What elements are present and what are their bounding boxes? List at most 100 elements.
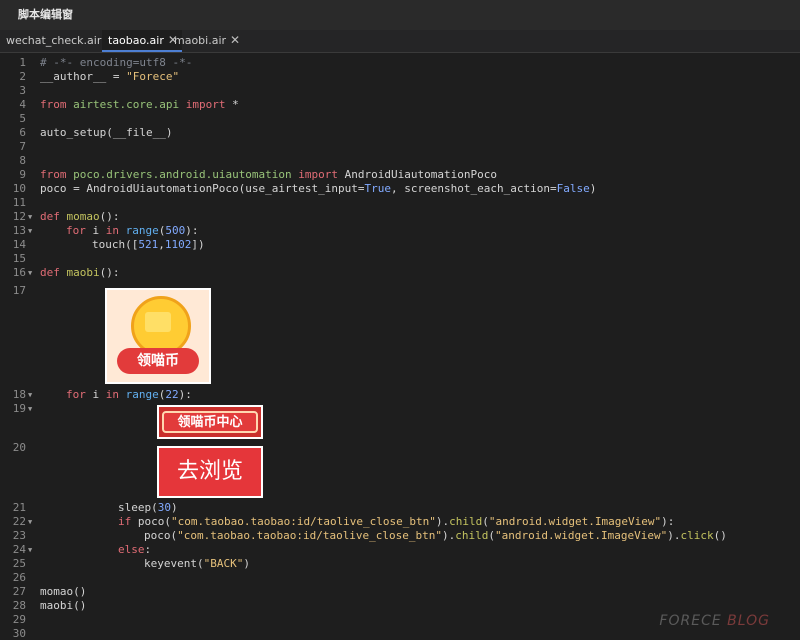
fold-arrow-icon[interactable]: ▼ <box>28 405 32 413</box>
line-number: 25 <box>12 557 26 570</box>
line-number: 21 <box>12 501 26 514</box>
keyword: import <box>298 168 339 181</box>
code-line[interactable]: momao() <box>40 585 86 598</box>
code-line[interactable]: for i in range(500): <box>66 224 199 237</box>
boolean-literal: False <box>556 182 590 195</box>
string-literal: "BACK" <box>203 557 244 570</box>
code-text: ). <box>442 529 456 542</box>
code-line[interactable]: __author__ = "Forece" <box>40 70 179 83</box>
keyword: if <box>118 515 132 528</box>
code-editor[interactable]: 1 # -*- encoding=utf8 -*- 2 __author__ =… <box>0 53 800 640</box>
code-line[interactable]: poco = AndroidUiautomationPoco(use_airte… <box>40 182 596 195</box>
window-title: 脚本编辑窗 <box>0 0 800 30</box>
line-number: 9 <box>19 168 26 181</box>
code-text: ). <box>435 515 450 528</box>
line-number: 19 <box>12 402 26 415</box>
code-line[interactable]: auto_setup(__file__) <box>40 126 172 139</box>
string-literal: "android.widget.ImageView" <box>495 529 668 542</box>
tab-bar: wechat_check.air✕ taobao.air✕ maobi.air✕ <box>0 30 800 53</box>
code-line[interactable]: if poco("com.taobao.taobao:id/taolive_cl… <box>118 515 674 528</box>
line-number: 23 <box>12 529 26 542</box>
line-number: 17 <box>12 284 26 297</box>
boolean-literal: True <box>364 182 392 195</box>
code-text: auto_setup(__file__) <box>40 126 173 139</box>
code-text: ) <box>171 501 178 514</box>
code-line[interactable]: touch([521,1102]) <box>92 238 205 251</box>
line-number: 5 <box>19 112 26 125</box>
module-name: poco.drivers.android.uiautomation <box>73 168 299 181</box>
fold-arrow-icon[interactable]: ▼ <box>28 227 32 235</box>
line-number: 8 <box>19 154 26 167</box>
line-number: 11 <box>12 196 26 209</box>
code-line[interactable]: poco("com.taobao.taobao:id/taolive_close… <box>144 529 727 542</box>
function-name: maobi <box>66 266 100 279</box>
string-literal: "Forece" <box>126 70 180 83</box>
center-screenshot-image[interactable]: 领喵币中心 <box>157 405 263 439</box>
fold-arrow-icon[interactable]: ▼ <box>28 391 32 399</box>
code-text: keyevent( <box>144 557 204 570</box>
string-literal: "android.widget.ImageView" <box>488 515 662 528</box>
code-line[interactable]: maobi() <box>40 599 86 612</box>
line-number: 14 <box>12 238 26 251</box>
code-text: ) <box>589 182 597 195</box>
line-number: 7 <box>19 140 26 153</box>
browse-screenshot-image[interactable]: 去浏览 <box>157 446 263 498</box>
code-line[interactable]: # -*- encoding=utf8 -*- <box>40 56 192 69</box>
code-line[interactable]: keyevent("BACK") <box>144 557 250 570</box>
code-text: i <box>85 224 106 237</box>
code-text: , <box>158 238 165 251</box>
code-line[interactable]: for i in range(22): <box>66 388 192 401</box>
code-text: ) <box>243 557 250 570</box>
builtin-name: range <box>119 224 159 237</box>
tab-label: wechat_check.air <box>6 34 102 47</box>
close-icon[interactable]: ✕ <box>230 33 240 47</box>
method-name: child <box>449 515 483 528</box>
line-number: 27 <box>12 585 26 598</box>
line-number: 6 <box>19 126 26 139</box>
fold-arrow-icon[interactable]: ▼ <box>28 546 32 554</box>
line-number: 1 <box>19 56 26 69</box>
comment: # -*- encoding=utf8 -*- <box>40 56 193 69</box>
line-number: 2 <box>19 70 26 83</box>
line-number: 24 <box>12 543 26 556</box>
builtin-name: range <box>119 388 159 401</box>
line-number: 13 <box>12 224 26 237</box>
fold-arrow-icon[interactable]: ▼ <box>28 269 32 277</box>
code-line[interactable]: from airtest.core.api import * <box>40 98 239 111</box>
string-literal: "com.taobao.taobao:id/taolive_close_btn" <box>171 515 436 528</box>
code-text: ): <box>185 224 199 237</box>
code-text: i <box>85 388 106 401</box>
code-text: poco( <box>131 515 171 528</box>
fold-arrow-icon[interactable]: ▼ <box>28 518 32 526</box>
number-literal: 521 <box>138 238 159 251</box>
keyword: in <box>105 224 119 237</box>
line-number: 10 <box>12 182 26 195</box>
code-text: __author__ = <box>40 70 127 83</box>
code-line[interactable]: from poco.drivers.android.uiautomation i… <box>40 168 497 181</box>
number-literal: 30 <box>157 501 171 514</box>
coin-screenshot-image[interactable]: 领喵币 <box>105 288 211 384</box>
code-text: AndroidUiautomationPoco <box>338 168 497 181</box>
fold-arrow-icon[interactable]: ▼ <box>28 213 32 221</box>
line-number: 3 <box>19 84 26 97</box>
code-line[interactable]: sleep(30) <box>118 501 178 514</box>
code-text: * <box>225 98 239 111</box>
keyword: def <box>40 210 67 223</box>
number-literal: 22 <box>165 388 179 401</box>
line-number: 30 <box>12 627 26 640</box>
line-number: 15 <box>12 252 26 265</box>
method-name: click <box>680 529 714 542</box>
code-line[interactable]: def maobi(): <box>40 266 120 279</box>
line-number: 22 <box>12 515 26 528</box>
tab-maobi[interactable]: maobi.air ✕ <box>168 30 244 52</box>
code-text: () <box>713 529 727 542</box>
tab-label: maobi.air <box>174 34 227 47</box>
keyword: from <box>40 98 74 111</box>
code-line[interactable]: def momao(): <box>40 210 120 223</box>
code-text: touch([ <box>92 238 139 251</box>
code-text: (): <box>99 266 120 279</box>
number-literal: 1102 <box>164 238 192 251</box>
code-line[interactable]: else: <box>118 543 151 556</box>
code-text: poco( <box>144 529 178 542</box>
code-text: poco = AndroidUiautomationPoco(use_airte… <box>40 182 365 195</box>
